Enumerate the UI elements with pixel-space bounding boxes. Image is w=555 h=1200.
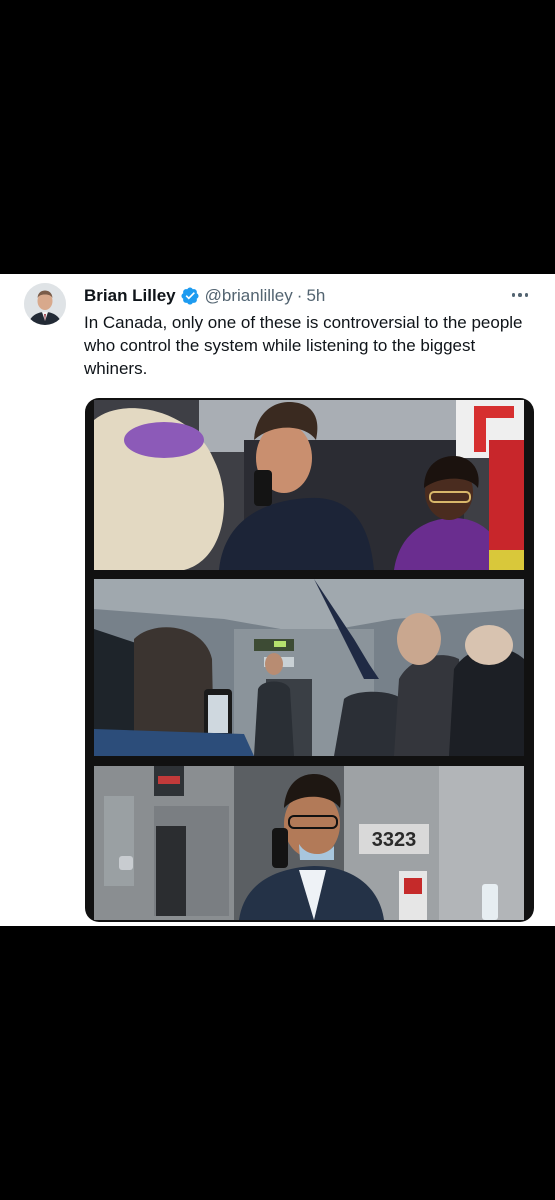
tweet-card[interactable]: Brian Lilley @brianlilley · 5h In Canada… [0, 274, 555, 926]
verified-badge-icon [180, 286, 200, 306]
tweet-text: In Canada, only one of these is controve… [84, 313, 523, 378]
door-number: 3323 [372, 829, 417, 851]
more-horizontal-icon[interactable] [507, 284, 533, 306]
media-image[interactable]: 3323 [85, 398, 534, 922]
author-handle[interactable]: @brianlilley [205, 286, 293, 306]
separator-dot: · [296, 286, 303, 305]
avatar[interactable] [24, 283, 66, 325]
video-still-1 [94, 400, 524, 570]
video-still-3: 3323 [94, 766, 524, 920]
video-still-2 [94, 579, 524, 756]
tweet-header: Brian Lilley @brianlilley · 5h [84, 284, 325, 308]
author-name[interactable]: Brian Lilley [84, 286, 176, 306]
timestamp[interactable]: 5h [306, 286, 325, 306]
